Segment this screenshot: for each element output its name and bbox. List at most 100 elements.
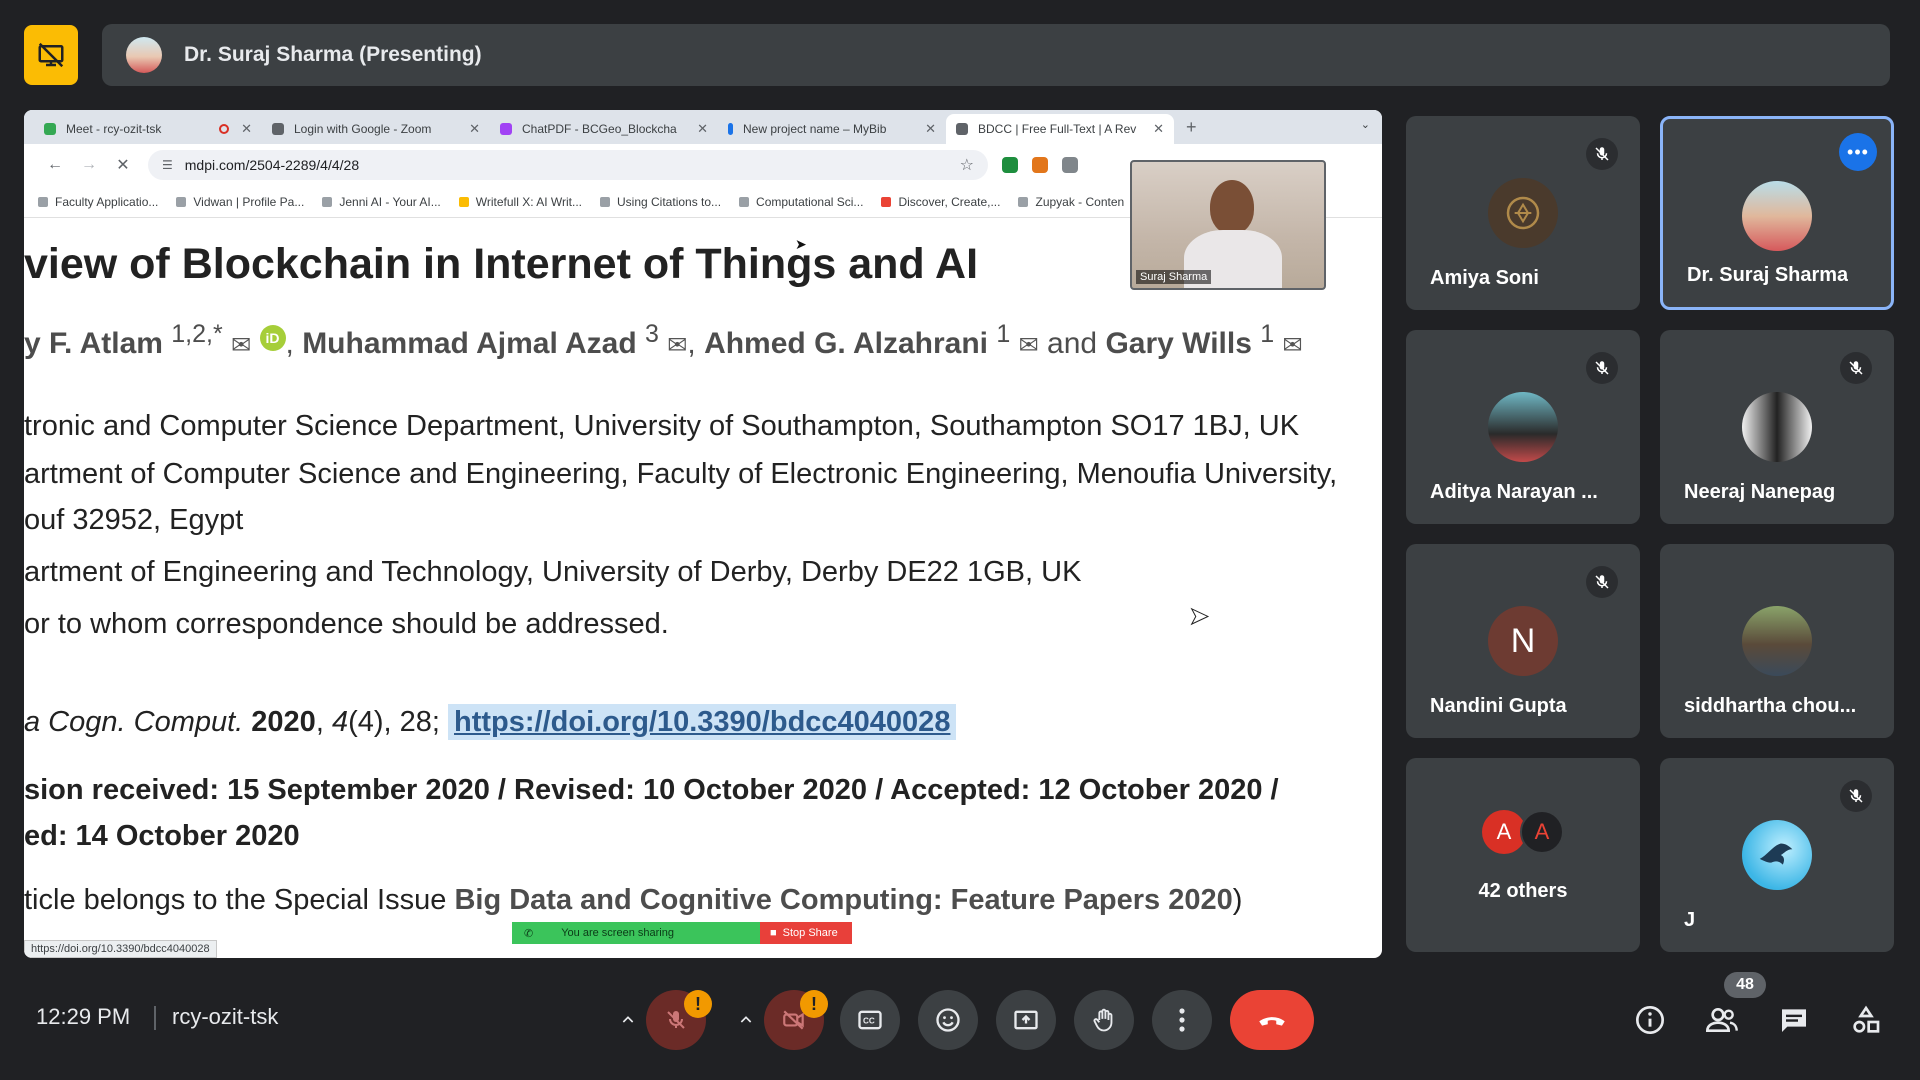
pip-name: Suraj Sharma (1136, 270, 1212, 284)
tab-label: Login with Google - Zoom (294, 122, 432, 136)
forward-icon[interactable]: → (72, 156, 106, 174)
email-icon[interactable]: ✉ (667, 332, 687, 359)
raise-hand-button[interactable] (1074, 990, 1134, 1050)
mybib-favicon-icon (728, 123, 733, 135)
author-name[interactable]: Gary Wills (1105, 327, 1251, 360)
warning-icon: ! (800, 990, 828, 1018)
activities-icon[interactable] (1844, 998, 1888, 1042)
browser-tab-bdcc[interactable]: BDCC | Free Full-Text | A Rev ✕ (946, 114, 1174, 144)
audio-options-chevron-icon[interactable] (608, 990, 648, 1050)
svg-text:CC: CC (863, 1017, 875, 1026)
browser-tab-meet[interactable]: Meet - rcy-ozit-tsk ✕ (34, 114, 262, 144)
bookmark-item[interactable]: Writefull X: AI Writ... (458, 195, 582, 209)
article-title: view of Blockchain in Internet of Things… (24, 240, 979, 288)
participant-tile[interactable]: J (1660, 758, 1894, 952)
meet-favicon-icon (44, 123, 56, 135)
phone-icon: ✆ (524, 927, 534, 940)
new-tab-icon[interactable]: + (1174, 117, 1209, 144)
present-button[interactable] (996, 990, 1056, 1050)
affiliation: tronic and Computer Science Department, … (24, 410, 1300, 442)
email-icon[interactable]: ✉ (1283, 332, 1303, 359)
bookmark-item[interactable]: Jenni AI - Your AI... (322, 195, 441, 209)
browser-tab-chatpdf[interactable]: ChatPDF - BCGeo_Blockcha ✕ (490, 114, 718, 144)
special-issue-link[interactable]: Big Data and Cognitive Computing: Featur… (454, 884, 1232, 916)
stop-icon[interactable]: ✕ (106, 155, 140, 175)
bookmark-item[interactable]: Using Citations to... (600, 195, 721, 209)
email-icon[interactable]: ✉ (231, 332, 251, 359)
participant-name: Aditya Narayan ... (1430, 481, 1598, 503)
meeting-code[interactable]: rcy-ozit-tsk (172, 1004, 278, 1030)
orcid-icon[interactable]: iD (259, 325, 286, 351)
bookmark-item[interactable]: Faculty Applicatio... (38, 195, 158, 209)
mouse-cursor-icon: ➤ (1188, 603, 1210, 631)
stop-share-button[interactable]: ■ Stop Share (760, 922, 852, 944)
author-name[interactable]: y F. Atlam (24, 327, 163, 360)
special-issue-prefix: ticle belongs to the Special Issue (24, 884, 447, 916)
citation-line: a Cogn. Comput. 2020, 4(4), 28; https://… (24, 704, 957, 740)
close-icon[interactable]: ✕ (697, 121, 708, 137)
email-icon[interactable]: ✉ (1019, 332, 1039, 359)
close-icon[interactable]: ✕ (241, 121, 252, 137)
avatar: A (1520, 810, 1564, 854)
more-options-icon[interactable]: ••• (1839, 133, 1877, 171)
bookmark-label: Zupyak - Conten (1035, 194, 1125, 209)
emoji-icon (936, 1008, 960, 1032)
people-icon[interactable] (1700, 998, 1744, 1042)
participant-tile[interactable]: Neeraj Nanepag (1660, 330, 1894, 524)
tab-label: ChatPDF - BCGeo_Blockcha (522, 122, 677, 136)
metamask-icon[interactable] (1032, 157, 1048, 173)
browser-tab-zoom[interactable]: Login with Google - Zoom ✕ (262, 114, 490, 144)
screen-share-bar: ✆ You are screen sharing ■ Stop Share (512, 922, 852, 944)
extension-icon[interactable] (1002, 157, 1018, 173)
mouse-cursor-icon: ➤ (795, 236, 807, 252)
mic-off-icon (1586, 352, 1618, 384)
doi-link[interactable]: https://doi.org/10.3390/bdcc4040028 (448, 704, 957, 740)
avatar (1742, 820, 1812, 890)
close-icon[interactable]: ✕ (925, 121, 936, 137)
address-bar[interactable]: ☰ mdpi.com/2504-2289/4/4/28 ☆ (148, 150, 988, 180)
participant-tile[interactable]: ••• Dr. Suraj Sharma (1660, 116, 1894, 310)
bookmark-item[interactable]: Discover, Create,... (881, 195, 1000, 209)
extension-icon[interactable] (1062, 157, 1078, 173)
bookmark-item[interactable]: Vidwan | Profile Pa... (176, 195, 304, 209)
close-icon[interactable]: ✕ (469, 121, 480, 137)
stop-icon: ■ (770, 927, 777, 939)
site-info-icon[interactable]: ☰ (162, 158, 173, 172)
leave-call-button[interactable] (1230, 990, 1314, 1050)
bookmark-item[interactable]: Zupyak - Conten (1018, 195, 1124, 209)
back-icon[interactable]: ← (38, 156, 72, 174)
author-name[interactable]: Muhammad Ajmal Azad (302, 327, 637, 360)
sharing-text: You are screen sharing (561, 927, 674, 939)
participant-tile[interactable]: Aditya Narayan ... (1406, 330, 1640, 524)
participant-tile[interactable]: Amiya Soni (1406, 116, 1640, 310)
reactions-button[interactable] (918, 990, 978, 1050)
mic-off-icon (1840, 780, 1872, 812)
participant-tile[interactable]: siddhartha chou... (1660, 544, 1894, 738)
chat-icon[interactable] (1772, 998, 1816, 1042)
participant-tile[interactable]: N Nandini Gupta (1406, 544, 1640, 738)
captions-button[interactable]: CC (840, 990, 900, 1050)
mic-off-icon (667, 1011, 685, 1029)
author-name[interactable]: Ahmed G. Alzahrani (704, 327, 988, 360)
others-count: 42 others (1478, 880, 1568, 902)
chevron-down-icon[interactable]: ⌄ (1361, 118, 1370, 131)
participant-name: J (1684, 909, 1696, 931)
bookmark-star-icon[interactable]: ☆ (960, 155, 974, 175)
avatar (1488, 392, 1558, 462)
author-sup: 1 (996, 320, 1011, 348)
article-authors: y F. Atlam 1,2,* ✉ iD, Muhammad Ajmal Az… (24, 320, 1303, 360)
bookmark-favicon-icon (38, 196, 48, 207)
browser-tab-mybib[interactable]: New project name – MyBib ✕ (718, 114, 946, 144)
others-tile[interactable]: A A 42 others (1406, 758, 1640, 952)
self-view-video: Suraj Sharma (1130, 160, 1326, 290)
bookmark-favicon-icon (739, 196, 750, 207)
meeting-details-icon[interactable] (1628, 998, 1672, 1042)
close-icon[interactable]: ✕ (1153, 121, 1164, 137)
bookmark-label: Faculty Applicatio... (55, 194, 159, 209)
bookmark-item[interactable]: Computational Sci... (739, 195, 863, 209)
video-person-head (1210, 180, 1254, 234)
video-options-chevron-icon[interactable] (726, 990, 766, 1050)
presentation-icon[interactable] (24, 25, 78, 85)
author-conjunction: and (1047, 327, 1098, 360)
more-options-button[interactable] (1152, 990, 1212, 1050)
